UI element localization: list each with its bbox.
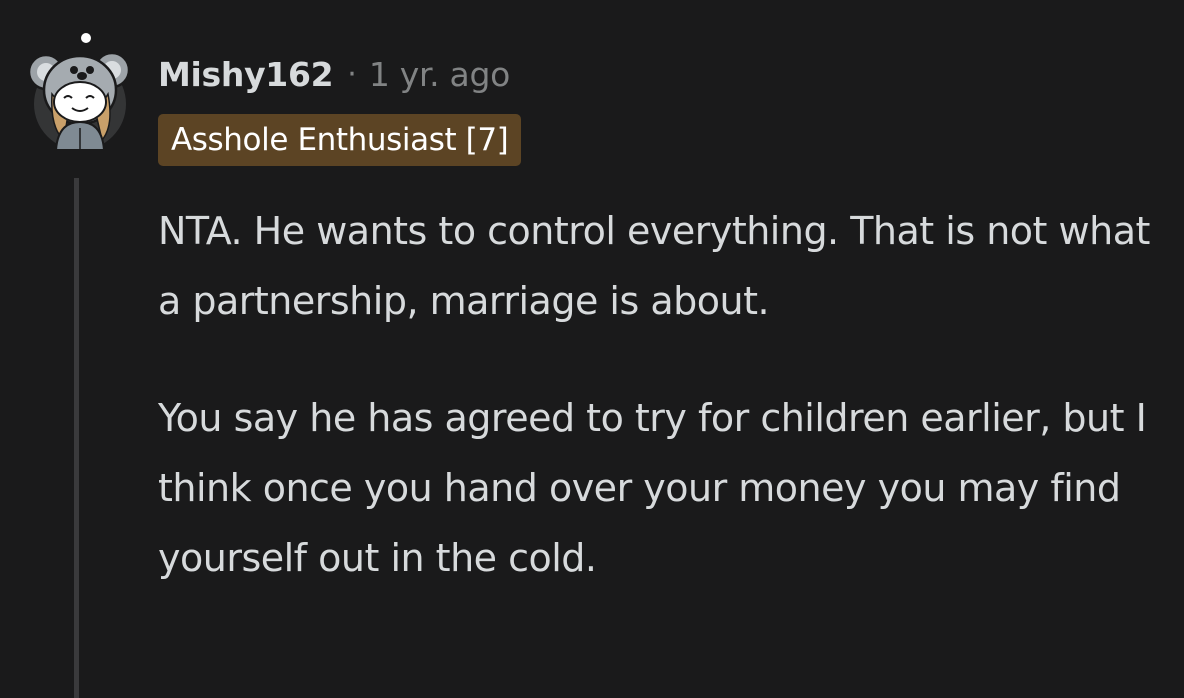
comment-paragraph: NTA. He wants to control everything. Tha…	[158, 209, 1150, 323]
thread-collapse-line[interactable]	[74, 178, 79, 698]
comment-paragraph: You say he has agreed to try for childre…	[158, 396, 1147, 580]
koala-hood-snoo-avatar-icon	[27, 31, 131, 151]
user-flair: Asshole Enthusiast [7]	[158, 114, 522, 166]
username-link[interactable]: Mishy162	[158, 55, 334, 94]
comment-body: NTA. He wants to control everything. Tha…	[158, 196, 1158, 640]
user-avatar[interactable]	[27, 28, 132, 152]
meta-separator: ·	[347, 56, 357, 92]
comment: Mishy162 · 1 yr. ago Asshole Enthusiast …	[0, 0, 1184, 698]
comment-timestamp[interactable]: 1 yr. ago	[369, 55, 511, 94]
comment-meta: Mishy162 · 1 yr. ago	[158, 50, 510, 98]
